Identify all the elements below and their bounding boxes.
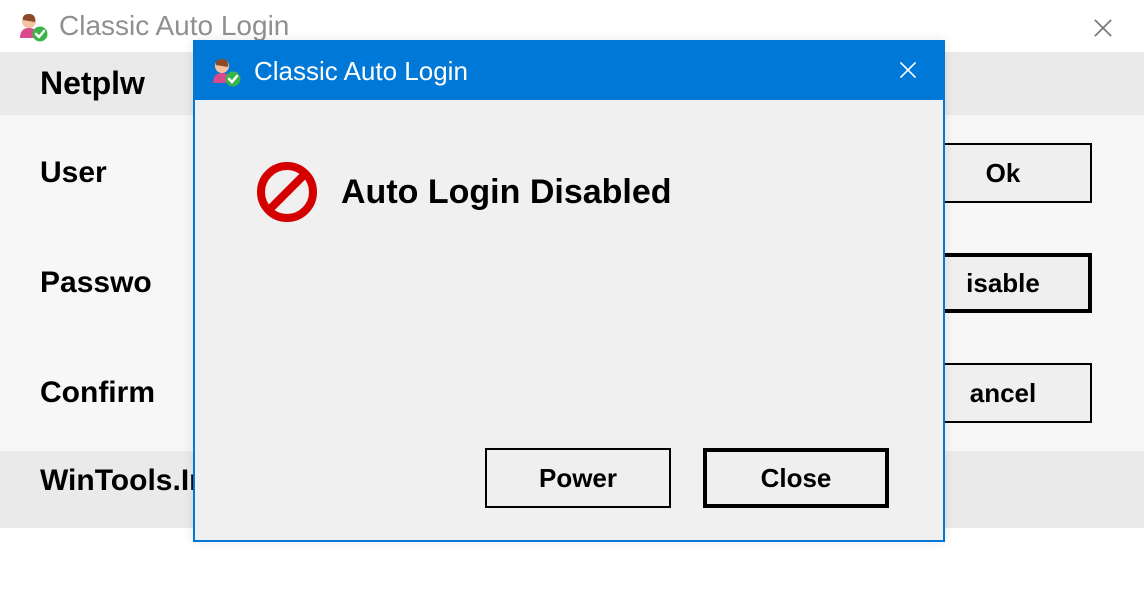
main-window: Classic Auto Login Netplw User Ok Passwo xyxy=(0,0,1144,612)
close-button-label: Close xyxy=(761,463,832,494)
dialog-title: Classic Auto Login xyxy=(254,56,468,87)
dialog-button-row: Power Close xyxy=(485,448,889,508)
dialog-body: Auto Login Disabled xyxy=(195,100,943,224)
main-title: Classic Auto Login xyxy=(59,10,289,42)
main-close-button[interactable] xyxy=(1078,3,1128,53)
disable-button-label: isable xyxy=(966,268,1040,299)
app-avatar-icon xyxy=(16,10,48,42)
dialog-close-button[interactable] xyxy=(873,42,943,98)
cancel-button-label: ancel xyxy=(970,378,1037,409)
power-button[interactable]: Power xyxy=(485,448,671,508)
power-button-label: Power xyxy=(539,463,617,494)
dialog-avatar-icon xyxy=(209,55,241,87)
status-dialog: Classic Auto Login Auto Login Disabled P… xyxy=(193,40,945,542)
dialog-titlebar: Classic Auto Login xyxy=(195,42,943,100)
ok-button-label: Ok xyxy=(986,158,1021,189)
dialog-message: Auto Login Disabled xyxy=(341,173,672,212)
prohibit-icon xyxy=(255,160,319,224)
close-button[interactable]: Close xyxy=(703,448,889,508)
